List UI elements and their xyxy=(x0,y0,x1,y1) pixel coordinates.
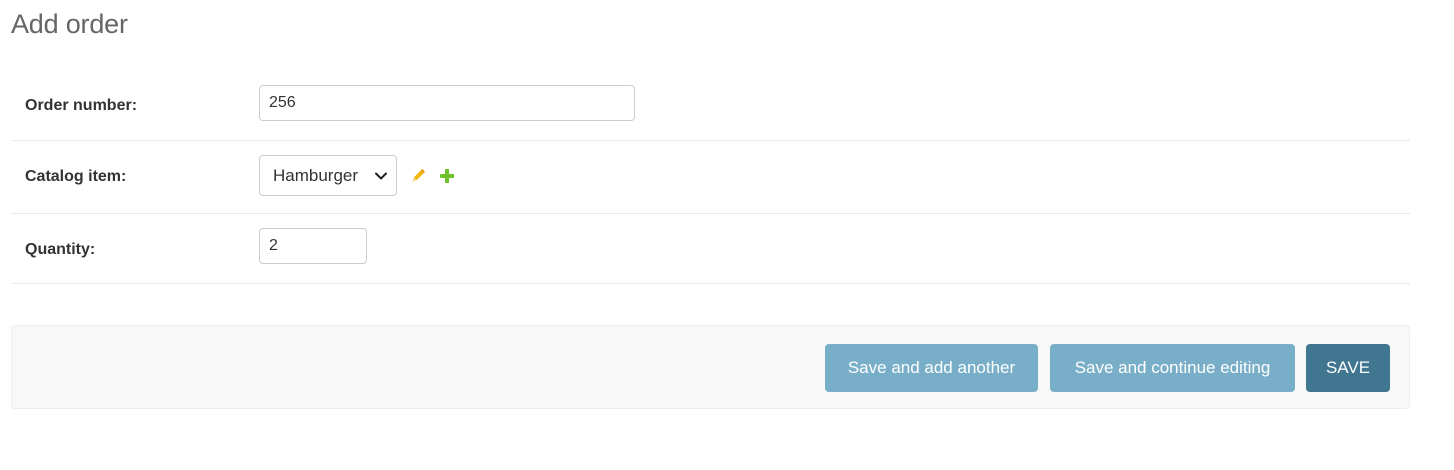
plus-icon[interactable] xyxy=(439,168,455,184)
order-number-label: Order number: xyxy=(25,97,138,114)
submit-row: Save and add another Save and continue e… xyxy=(11,325,1410,409)
quantity-input[interactable]: 2 xyxy=(259,228,367,264)
save-button[interactable]: SAVE xyxy=(1306,344,1390,392)
save-and-continue-button[interactable]: Save and continue editing xyxy=(1050,344,1295,392)
form-row-catalog-item: Catalog item: Hamburger xyxy=(11,141,1410,214)
catalog-item-label: Catalog item: xyxy=(25,168,127,185)
form-row-order-number: Order number: 256 xyxy=(11,70,1410,141)
save-and-add-another-button[interactable]: Save and add another xyxy=(825,344,1038,392)
order-number-input[interactable]: 256 xyxy=(259,85,635,121)
pencil-icon[interactable] xyxy=(409,167,427,185)
form-row-quantity: Quantity: 2 xyxy=(11,214,1410,284)
catalog-item-select[interactable]: Hamburger xyxy=(259,155,397,196)
catalog-item-selected-value: Hamburger xyxy=(273,166,359,185)
page-title: Add order xyxy=(11,9,128,39)
admin-add-order-page: Add order Order number: 256 Catalog item… xyxy=(0,0,1454,470)
chevron-down-icon xyxy=(375,172,387,180)
quantity-label: Quantity: xyxy=(25,241,96,258)
